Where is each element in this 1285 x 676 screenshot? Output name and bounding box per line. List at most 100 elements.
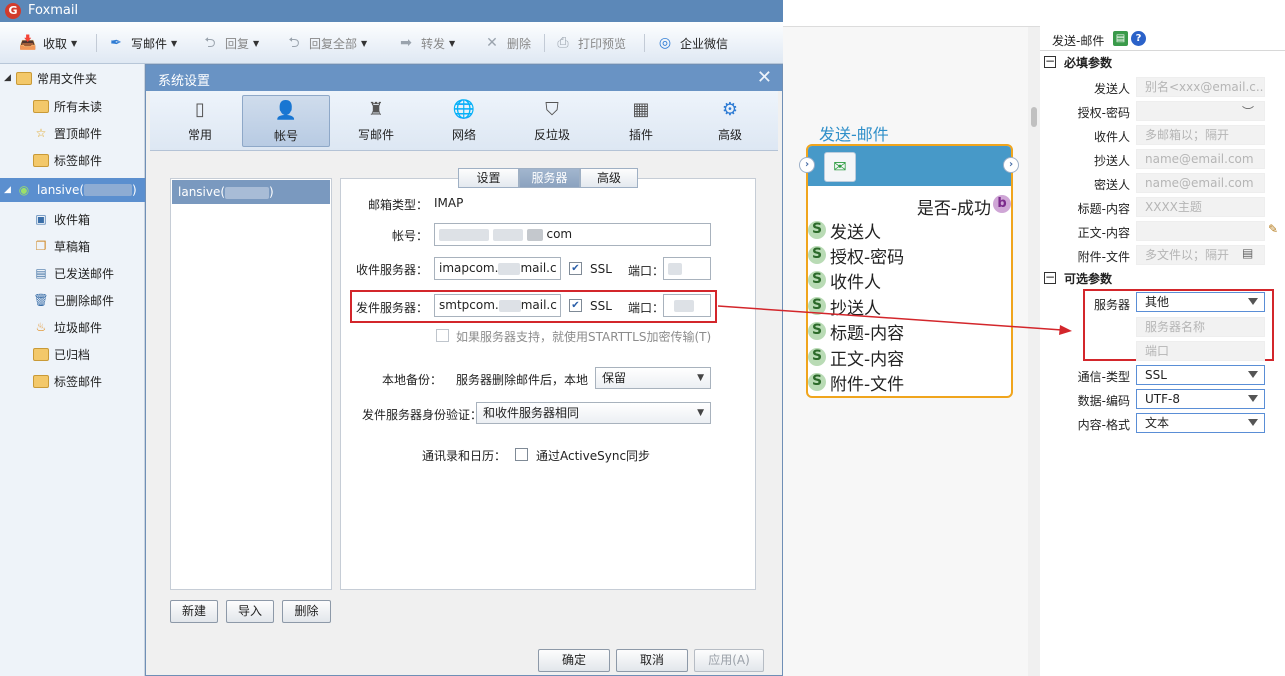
node-input-subject[interactable]: S 标题-内容 xyxy=(808,320,904,344)
cancel-button[interactable]: 取消 xyxy=(616,649,688,672)
sidebar-item-inbox[interactable]: ▣ 收件箱 xyxy=(0,207,145,231)
tab-compose[interactable]: ♜ 写邮件 xyxy=(332,95,420,147)
reply-all-button[interactable]: ⮌ 回复全部 ▼ xyxy=(284,32,367,54)
sidebar-item-unread[interactable]: 所有未读 xyxy=(0,94,145,118)
send-mail-node[interactable]: ✉ 是否-成功 b S 发送人 S 授权-密码 S 收件人 S 抄送人 S 标题-内容 S… xyxy=(806,144,1013,398)
string-port-icon[interactable]: S xyxy=(808,297,826,315)
incoming-port-field[interactable] xyxy=(663,257,711,280)
string-port-icon[interactable]: S xyxy=(808,271,826,289)
sidebar-item-archive[interactable]: 已归档 xyxy=(0,342,145,366)
forward-button[interactable]: ➡ 转发 ▼ xyxy=(396,32,455,54)
outgoing-port-field[interactable] xyxy=(663,294,711,317)
sidebar-group-common[interactable]: ◢ 常用文件夹 xyxy=(0,66,145,90)
activesync-label: 通过ActiveSync同步 xyxy=(536,449,651,463)
activesync-checkbox[interactable] xyxy=(515,448,528,461)
print-preview-button[interactable]: ⎙ 打印预览 xyxy=(553,32,626,54)
incoming-server-field[interactable]: imapcom. mail.c xyxy=(434,257,561,280)
file-icon[interactable]: ▤ xyxy=(1242,246,1253,260)
sidebar-item-deleted[interactable]: 🗑 已删除邮件 xyxy=(0,288,145,312)
local-backup-dropdown[interactable]: 保留 ▼ xyxy=(595,367,711,389)
sidebar-item-sent[interactable]: ▤ 已发送邮件 xyxy=(0,261,145,285)
node-input-cc[interactable]: S 抄送人 xyxy=(808,295,881,319)
server-dropdown[interactable]: 其他 xyxy=(1136,292,1265,312)
tab-advanced[interactable]: ⚙ 高级 xyxy=(686,95,774,147)
expand-triangle-icon[interactable]: ◢ xyxy=(4,73,16,83)
comm-type-dropdown[interactable]: SSL xyxy=(1136,365,1265,385)
reply-button[interactable]: ⮌ 回复 ▼ xyxy=(200,32,259,54)
sidebar-item-junk[interactable]: ♨ 垃圾邮件 xyxy=(0,315,145,339)
close-icon[interactable]: ✕ xyxy=(757,67,772,88)
ok-button[interactable]: 确定 xyxy=(538,649,610,672)
recipient-field[interactable]: 多邮箱以；隔开 xyxy=(1136,125,1265,145)
output-port-bool[interactable]: b xyxy=(993,195,1011,213)
string-port-icon[interactable]: S xyxy=(808,348,826,366)
required-params-section[interactable]: − 必填参数 xyxy=(1044,53,1112,71)
outgoing-server-field[interactable]: smtpcom. mail.c xyxy=(434,294,561,317)
delete-button[interactable]: ✕ 删除 xyxy=(482,32,531,54)
compose-button[interactable]: ✒ 写邮件 ▼ xyxy=(106,32,177,54)
delete-account-button[interactable]: 删除 xyxy=(282,600,331,623)
chevron-down-icon[interactable]: ▼ xyxy=(449,39,455,48)
starttls-checkbox[interactable] xyxy=(436,329,449,342)
edit-pencil-icon[interactable]: ✎ xyxy=(1268,222,1278,236)
node-input-sender[interactable]: S 发送人 xyxy=(808,219,881,243)
account-list-item[interactable]: lansive() xyxy=(172,180,330,204)
tab-plugins[interactable]: ▦ 插件 xyxy=(597,95,685,147)
subtab-settings[interactable]: 设置 xyxy=(458,168,519,188)
expand-triangle-icon[interactable]: ◢ xyxy=(4,185,16,195)
tab-general[interactable]: ▯ 常用 xyxy=(156,95,244,147)
sender-field[interactable]: 别名<xxx@email.c... xyxy=(1136,77,1265,97)
subject-field[interactable]: XXXX主题 xyxy=(1136,197,1265,217)
tab-network[interactable]: 🌐 网络 xyxy=(420,95,508,147)
flow-in-port-icon[interactable]: › xyxy=(799,157,815,173)
tab-antispam[interactable]: ⛉ 反垃圾 xyxy=(508,95,596,147)
chevron-down-icon[interactable]: ▼ xyxy=(171,39,177,48)
starttls-label: 如果服务器支持，就使用STARTTLS加密传输(T) xyxy=(456,330,712,344)
chevron-down-icon[interactable]: ▼ xyxy=(71,39,77,48)
receive-button[interactable]: 📥 收取 ▼ xyxy=(18,32,77,54)
canvas-scrollbar[interactable] xyxy=(1028,27,1040,676)
flow-out-port-icon[interactable]: › xyxy=(1003,157,1019,173)
bcc-field[interactable]: name@email.com xyxy=(1136,173,1265,193)
node-input-password[interactable]: S 授权-密码 xyxy=(808,244,904,268)
content-format-dropdown[interactable]: 文本 xyxy=(1136,413,1265,433)
server-name-field[interactable]: 服务器名称 xyxy=(1136,317,1265,337)
scrollbar-thumb[interactable] xyxy=(1031,107,1037,127)
import-account-button[interactable]: 导入 xyxy=(226,600,274,623)
body-field[interactable] xyxy=(1136,221,1265,241)
outgoing-ssl-checkbox[interactable]: ✔ xyxy=(569,299,582,312)
string-port-icon[interactable]: S xyxy=(808,322,826,340)
encoding-dropdown[interactable]: UTF-8 xyxy=(1136,389,1265,409)
string-port-icon[interactable]: S xyxy=(808,373,826,391)
string-port-icon[interactable]: S xyxy=(808,246,826,264)
server-port-field[interactable]: 端口 xyxy=(1136,341,1265,361)
send-mail-icon: ✉ xyxy=(824,152,856,182)
node-input-body[interactable]: S 正文-内容 xyxy=(808,346,904,370)
collapse-minus-icon[interactable]: − xyxy=(1044,55,1056,68)
node-input-recipient[interactable]: S 收件人 xyxy=(808,269,881,293)
sidebar-account[interactable]: ◢ ◉ lansive() xyxy=(0,178,145,202)
help-icon[interactable]: ? xyxy=(1131,31,1146,46)
subtab-advanced[interactable]: 高级 xyxy=(580,168,638,188)
chevron-down-icon[interactable]: ▼ xyxy=(361,39,367,48)
eye-closed-icon[interactable]: ︶ xyxy=(1242,103,1254,120)
node-input-attachment[interactable]: S 附件-文件 xyxy=(808,371,904,395)
string-port-icon[interactable]: S xyxy=(808,221,826,239)
optional-params-section[interactable]: − 可选参数 xyxy=(1044,269,1112,287)
apply-button[interactable]: 应用(A) xyxy=(694,649,764,672)
account-field[interactable]: com xyxy=(434,223,711,246)
tab-account[interactable]: 👤 帐号 xyxy=(242,95,330,147)
panel-layout-icon[interactable]: ▤ xyxy=(1113,31,1128,46)
sidebar-item-pinned[interactable]: ☆ 置顶邮件 xyxy=(0,121,145,145)
chevron-down-icon[interactable]: ▼ xyxy=(253,39,259,48)
subtab-server[interactable]: 服务器 xyxy=(519,168,580,188)
new-account-button[interactable]: 新建 xyxy=(170,600,218,623)
sidebar-item-drafts[interactable]: ❐ 草稿箱 xyxy=(0,234,145,258)
smtp-auth-dropdown[interactable]: 和收件服务器相同 ▼ xyxy=(476,402,711,424)
sidebar-item-tagged-account[interactable]: 标签邮件 xyxy=(0,369,145,393)
collapse-minus-icon[interactable]: − xyxy=(1044,271,1056,284)
sidebar-item-tagged[interactable]: 标签邮件 xyxy=(0,148,145,172)
wecom-button[interactable]: ◎ 企业微信 xyxy=(655,32,728,54)
cc-field[interactable]: name@email.com xyxy=(1136,149,1265,169)
incoming-ssl-checkbox[interactable]: ✔ xyxy=(569,262,582,275)
